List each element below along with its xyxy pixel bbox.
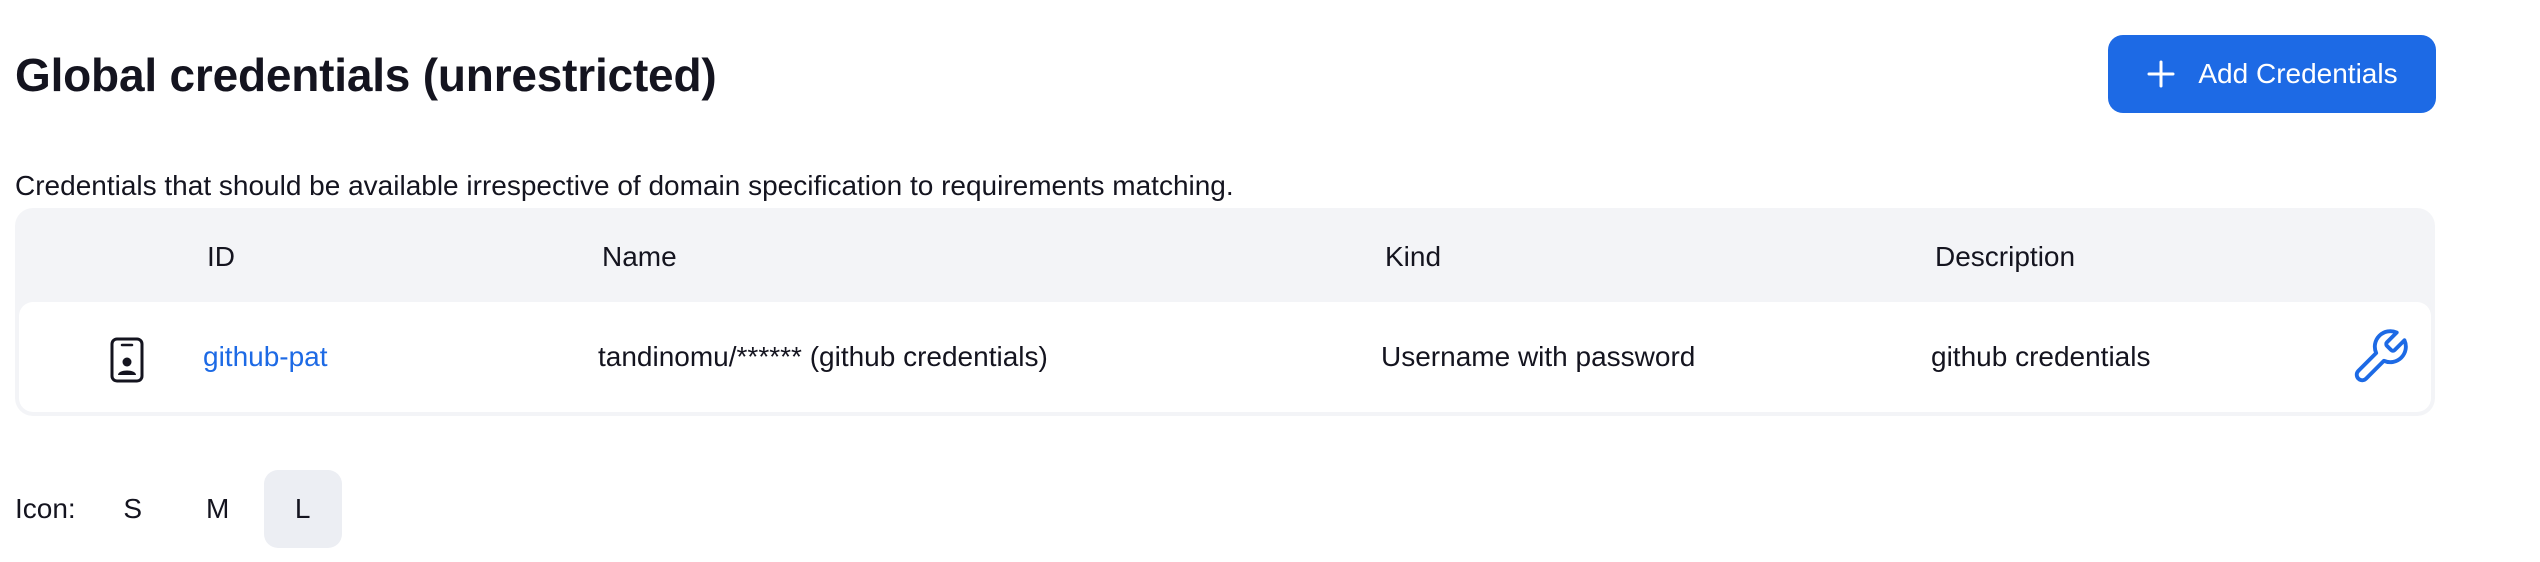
icon-size-large-button[interactable]: L — [263, 470, 342, 548]
column-header-kind[interactable]: Kind — [1385, 212, 1441, 302]
plus-icon — [2146, 59, 2176, 89]
table-header: ID Name Kind Description — [19, 212, 2431, 302]
credential-name: tandinomu/****** (github credentials) — [598, 341, 1048, 372]
credential-id[interactable]: github-pat — [203, 302, 328, 412]
wrench-icon[interactable] — [2349, 326, 2411, 388]
add-credentials-label: Add Credentials — [2198, 58, 2398, 89]
column-header-description[interactable]: Description — [1935, 212, 2075, 302]
page-title: Global credentials (unrestricted) — [15, 49, 717, 101]
column-header-id[interactable]: ID — [207, 212, 235, 302]
credential-description: github credentials — [1931, 341, 2151, 372]
table-row: github-pat tandinomu/****** (github cred… — [19, 302, 2431, 412]
add-credentials-button[interactable]: Add Credentials — [2108, 35, 2436, 113]
icon-size-label: Icon: — [15, 493, 76, 524]
column-header-name[interactable]: Name — [602, 212, 677, 302]
page-description: Credentials that should be available irr… — [15, 170, 1234, 201]
credential-kind: Username with password — [1381, 341, 1696, 372]
credentials-page: Global credentials (unrestricted) Add Cr… — [0, 0, 2540, 562]
icon-size-small-button[interactable]: S — [94, 470, 172, 548]
credential-id-link[interactable]: github-pat — [203, 341, 328, 372]
icon-size-medium-button[interactable]: M — [179, 470, 257, 548]
credentials-table: ID Name Kind Description github-pat tand… — [15, 208, 2435, 416]
icon-size-selector: Icon: S M L — [15, 470, 349, 548]
id-card-icon — [107, 336, 147, 384]
